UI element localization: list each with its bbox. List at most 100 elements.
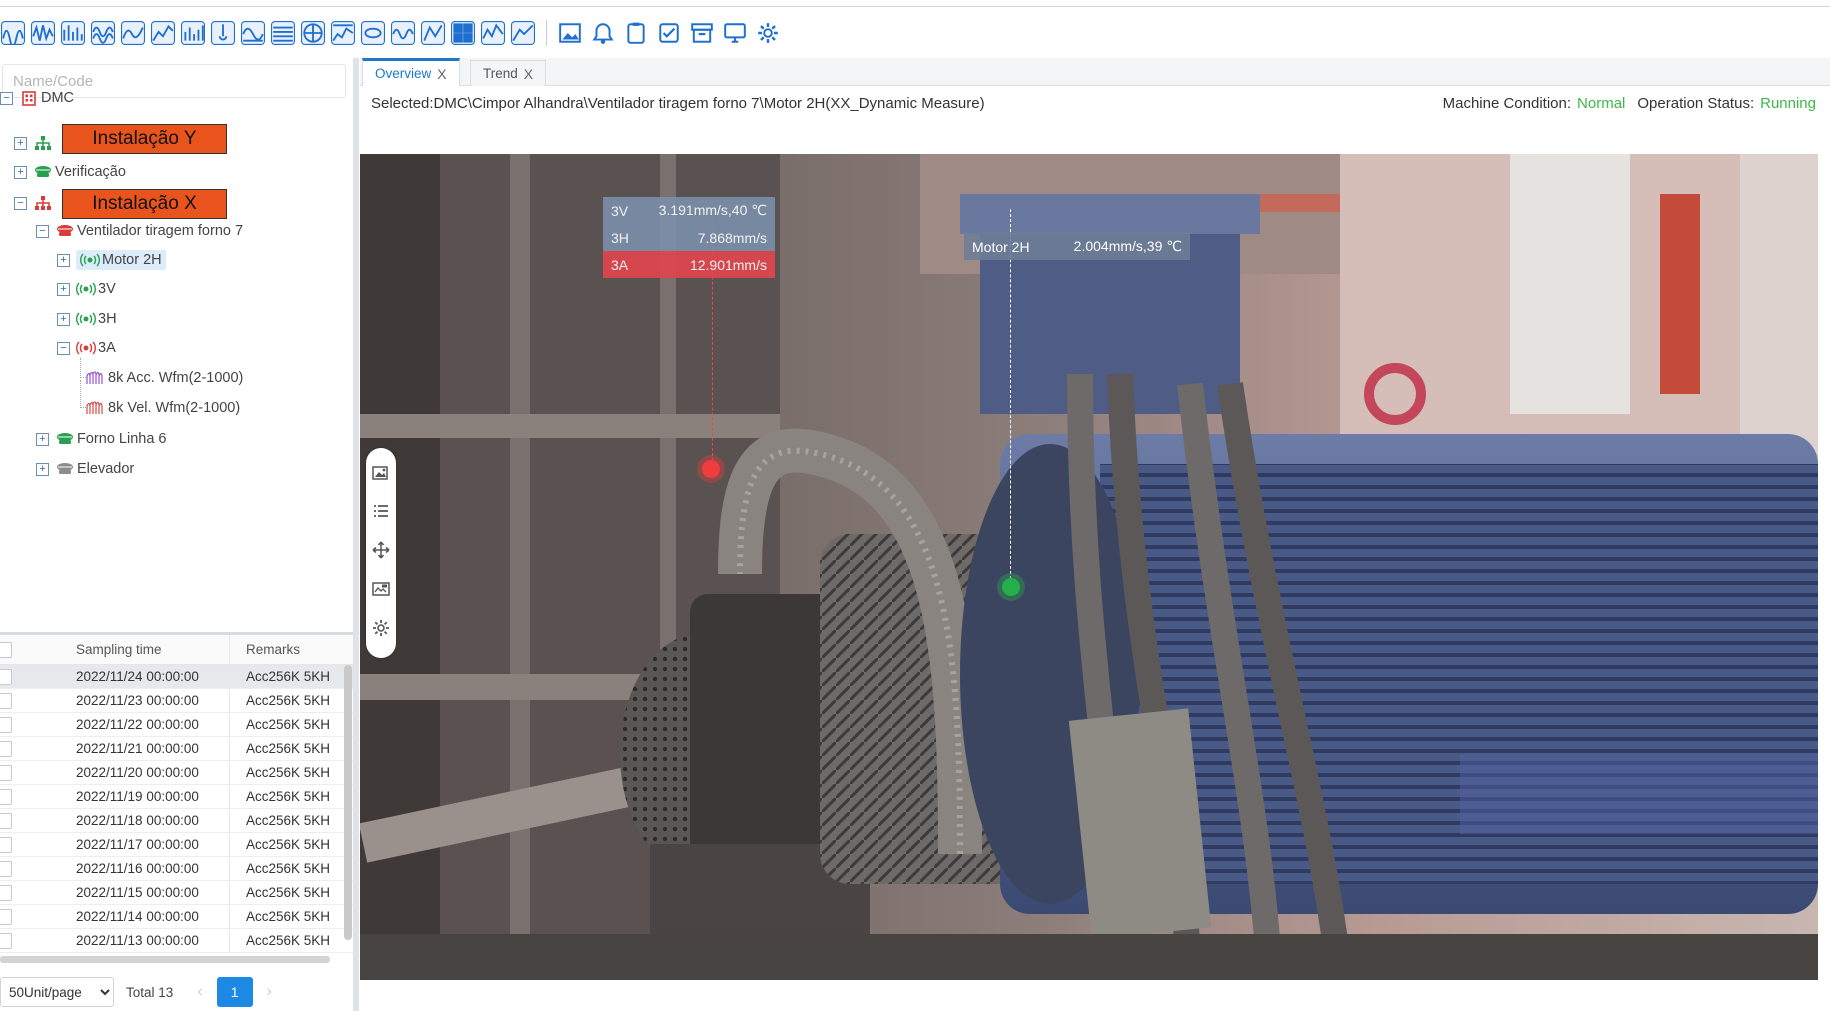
- tree-node-motor2h[interactable]: + Motor 2H: [57, 248, 166, 272]
- tab-trend[interactable]: Trend X: [470, 60, 547, 86]
- cascade-icon[interactable]: [330, 20, 356, 46]
- image-icon[interactable]: [557, 20, 583, 46]
- picture-tag-icon[interactable]: [372, 581, 390, 602]
- grid-icon[interactable]: [450, 20, 476, 46]
- sensor-icon: [76, 280, 96, 298]
- tree-node-dmc[interactable]: − DMC: [0, 86, 74, 110]
- list-icon[interactable]: [372, 503, 390, 524]
- prev-page-icon[interactable]: ‹: [197, 983, 202, 1001]
- expand-icon[interactable]: +: [14, 136, 27, 150]
- expand-icon[interactable]: +: [57, 282, 70, 296]
- monitor-icon[interactable]: [722, 20, 748, 46]
- tab-overview[interactable]: Overview X: [362, 58, 460, 86]
- waveform-icon[interactable]: [0, 20, 26, 46]
- reading-value: 12.901mm/s: [689, 256, 767, 273]
- chart-icon[interactable]: [510, 20, 536, 46]
- tab-label: Trend: [483, 66, 518, 81]
- machine-photo[interactable]: 3V 3.191mm/s,40 ℃ 3H 7.868mm/s 3A 12.901mm…: [360, 154, 1818, 980]
- page-number-button[interactable]: 1: [216, 977, 253, 1007]
- page-size-select[interactable]: 50Unit/page: [0, 977, 114, 1007]
- image-icon[interactable]: [372, 465, 390, 486]
- orbit-icon[interactable]: [360, 20, 386, 46]
- table-scrollbar-horizontal[interactable]: [0, 956, 330, 963]
- waveform-icon[interactable]: [120, 20, 146, 46]
- table-row[interactable]: 2022/11/15 00:00:00 Acc256K 5KH: [0, 881, 353, 905]
- tree-node-3h[interactable]: + 3H: [57, 307, 117, 331]
- cell-sampling-time: 2022/11/17 00:00:00: [10, 833, 230, 856]
- tab-label: Overview: [375, 66, 432, 81]
- expand-icon[interactable]: +: [57, 312, 70, 326]
- bell-icon[interactable]: [590, 20, 616, 46]
- tree-node-elevador[interactable]: + Elevador: [36, 457, 134, 481]
- redaction-label-instalacao-x: Instalação X: [62, 189, 227, 219]
- collapse-icon[interactable]: −: [57, 341, 70, 355]
- cell-remarks: Acc256K 5KH: [246, 837, 331, 852]
- cell-sampling-time: 2022/11/21 00:00:00: [10, 737, 230, 760]
- spectrum-icon[interactable]: [480, 20, 506, 46]
- collapse-icon[interactable]: −: [14, 196, 27, 210]
- table-row[interactable]: 2022/11/13 00:00:00 Acc256K 5KH: [0, 929, 353, 953]
- redaction-label-instalacao-y: Instalação Y: [62, 124, 227, 154]
- expand-icon[interactable]: +: [36, 462, 49, 476]
- header-sampling-time[interactable]: Sampling time: [10, 635, 230, 664]
- next-page-icon[interactable]: ›: [267, 983, 272, 1001]
- clipboard-icon[interactable]: [623, 20, 649, 46]
- tree-node-3a[interactable]: − 3A: [57, 336, 116, 360]
- envelope-icon[interactable]: [390, 20, 416, 46]
- trend-icon[interactable]: [150, 20, 176, 46]
- bar-icon[interactable]: [180, 20, 206, 46]
- panel-splitter[interactable]: [353, 58, 359, 1011]
- table-row[interactable]: 2022/11/24 00:00:00 Acc256K 5KH: [0, 665, 353, 689]
- cell-remarks: Acc256K 5KH: [246, 909, 331, 924]
- expand-icon[interactable]: +: [57, 253, 70, 267]
- table-row[interactable]: 2022/11/22 00:00:00 Acc256K 5KH: [0, 713, 353, 737]
- tree-label: 8k Vel. Wfm(2-1000): [108, 400, 241, 416]
- polar-icon[interactable]: [300, 20, 326, 46]
- waveform-icon[interactable]: [90, 20, 116, 46]
- tree-node-instalacao-y[interactable]: +: [14, 131, 55, 155]
- table-row[interactable]: 2022/11/19 00:00:00 Acc256K 5KH: [0, 785, 353, 809]
- close-icon[interactable]: X: [437, 66, 446, 82]
- waveform-icon[interactable]: [30, 20, 56, 46]
- expand-icon[interactable]: +: [14, 165, 27, 179]
- tree-node-wfm-vel[interactable]: 8k Vel. Wfm(2-1000): [80, 380, 241, 420]
- tree-node-verificacao[interactable]: + Verificação: [14, 160, 126, 184]
- gear-icon[interactable]: [372, 619, 390, 642]
- close-icon[interactable]: X: [524, 66, 533, 82]
- tree-node-wfm-acc[interactable]: 8k Acc. Wfm(2-1000): [80, 358, 243, 390]
- checklist-icon[interactable]: [656, 20, 682, 46]
- cell-sampling-time: 2022/11/24 00:00:00: [10, 665, 230, 688]
- cell-sampling-time: 2022/11/14 00:00:00: [10, 905, 230, 928]
- tree-node-instalacao-x[interactable]: −: [14, 191, 55, 215]
- collapse-icon[interactable]: −: [36, 224, 49, 238]
- table-row[interactable]: 2022/11/23 00:00:00 Acc256K 5KH: [0, 689, 353, 713]
- expand-icon[interactable]: +: [36, 432, 49, 446]
- reading-row: 3A 12.901mm/s: [603, 251, 775, 278]
- temperature-icon[interactable]: [210, 20, 236, 46]
- waterfall-icon[interactable]: [270, 20, 296, 46]
- gear-icon[interactable]: [755, 20, 781, 46]
- bode-icon[interactable]: [240, 20, 266, 46]
- spectrum-icon[interactable]: [60, 20, 86, 46]
- table-row[interactable]: 2022/11/20 00:00:00 Acc256K 5KH: [0, 761, 353, 785]
- table-row[interactable]: 2022/11/16 00:00:00 Acc256K 5KH: [0, 857, 353, 881]
- table-row[interactable]: 2022/11/18 00:00:00 Acc256K 5KH: [0, 809, 353, 833]
- measure-point-3a[interactable]: [702, 460, 720, 478]
- tree-node-forno[interactable]: + Forno Linha 6: [36, 427, 166, 451]
- reading-row: 3H 7.868mm/s: [603, 224, 775, 251]
- table-scrollbar-vertical[interactable]: [344, 665, 352, 940]
- machine-illustration: [360, 154, 1818, 980]
- move-icon[interactable]: [372, 541, 390, 564]
- collapse-icon[interactable]: −: [0, 91, 13, 105]
- reading-value: 7.868mm/s: [697, 229, 767, 246]
- header-remarks[interactable]: Remarks: [230, 635, 300, 664]
- cell-sampling-time: 2022/11/22 00:00:00: [10, 713, 230, 736]
- tree-node-ventilador[interactable]: − Ventilador tiragem forno 7: [36, 219, 243, 243]
- measure-point-motor2h[interactable]: [1002, 578, 1020, 596]
- tree-node-3v[interactable]: + 3V: [57, 277, 116, 301]
- table-row[interactable]: 2022/11/14 00:00:00 Acc256K 5KH: [0, 905, 353, 929]
- phase-icon[interactable]: [420, 20, 446, 46]
- table-row[interactable]: 2022/11/21 00:00:00 Acc256K 5KH: [0, 737, 353, 761]
- archive-icon[interactable]: [689, 20, 715, 46]
- table-row[interactable]: 2022/11/17 00:00:00 Acc256K 5KH: [0, 833, 353, 857]
